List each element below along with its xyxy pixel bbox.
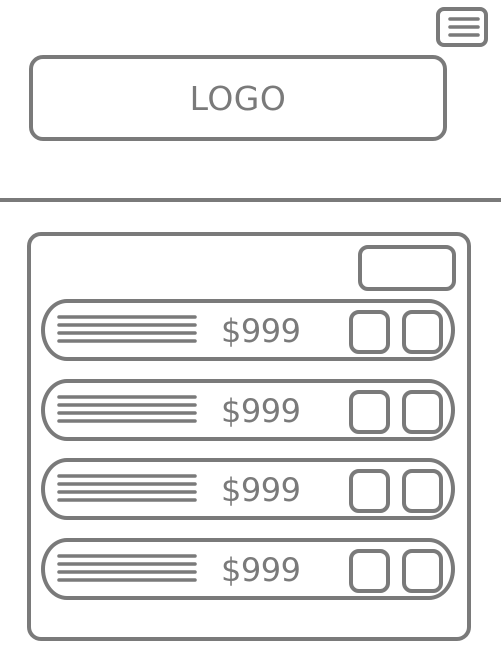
item-action-button-2[interactable] (402, 310, 443, 354)
item-price: $999 (221, 312, 301, 350)
list-item: $999 (41, 379, 455, 441)
item-action-button-2[interactable] (402, 549, 443, 593)
text-lines-placeholder (57, 554, 197, 582)
logo: LOGO (29, 55, 447, 141)
item-price: $999 (221, 551, 301, 589)
text-lines-placeholder (57, 315, 197, 343)
item-price: $999 (221, 471, 301, 509)
item-action-button-2[interactable] (402, 390, 443, 434)
header-divider (0, 198, 501, 202)
item-action-button-1[interactable] (349, 469, 390, 513)
list-item: $999 (41, 538, 455, 600)
logo-text: LOGO (189, 78, 287, 118)
item-action-button-1[interactable] (349, 390, 390, 434)
item-price: $999 (221, 392, 301, 430)
panel-action-button[interactable] (358, 245, 456, 291)
text-lines-placeholder (57, 474, 197, 502)
list-item: $999 (41, 458, 455, 520)
list-item: $999 (41, 299, 455, 361)
item-action-button-1[interactable] (349, 310, 390, 354)
item-action-button-2[interactable] (402, 469, 443, 513)
menu-button[interactable] (436, 7, 488, 47)
item-action-button-1[interactable] (349, 549, 390, 593)
hamburger-menu-icon (448, 17, 480, 37)
text-lines-placeholder (57, 395, 197, 423)
